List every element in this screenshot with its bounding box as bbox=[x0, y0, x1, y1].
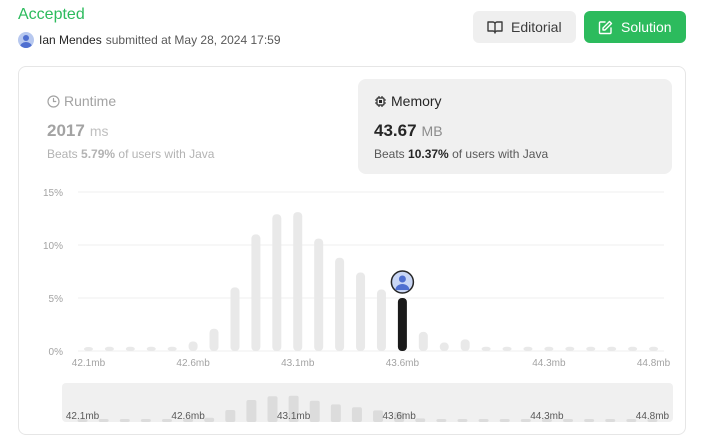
bar bbox=[418, 331, 428, 351]
bar bbox=[272, 214, 282, 351]
overview-bar bbox=[436, 419, 447, 422]
overview-strip bbox=[62, 383, 673, 422]
overview-bar bbox=[330, 404, 341, 422]
bar bbox=[251, 234, 261, 351]
overview-tick-label: 44.8mb bbox=[636, 411, 670, 422]
status-text: Accepted bbox=[18, 6, 85, 23]
bar bbox=[523, 346, 533, 351]
bar bbox=[649, 346, 659, 351]
bar bbox=[439, 342, 449, 351]
x-tick-label: 42.1mb bbox=[72, 358, 106, 369]
bar bbox=[188, 341, 198, 351]
overview-bar bbox=[584, 419, 595, 422]
bar bbox=[167, 346, 177, 351]
x-tick-label: 44.3mb bbox=[532, 358, 566, 369]
result-card: Runtime 2017 ms Beats 5.79% of users wit… bbox=[18, 66, 686, 435]
y-tick-label: 5% bbox=[49, 294, 64, 305]
bar bbox=[83, 347, 93, 351]
overview-tick-label: 42.6mb bbox=[171, 411, 205, 422]
overview-bar bbox=[225, 410, 236, 422]
overview-bar bbox=[563, 419, 574, 422]
bar bbox=[460, 339, 470, 351]
bar bbox=[146, 346, 156, 351]
x-tick-label: 43.1mb bbox=[281, 358, 315, 369]
marker-avatar-head bbox=[398, 275, 406, 283]
x-tick-label: 44.8mb bbox=[637, 358, 671, 369]
overview-tick-label: 44.3mb bbox=[530, 411, 564, 422]
book-icon bbox=[487, 21, 503, 34]
bar bbox=[104, 346, 114, 351]
solution-label: Solution bbox=[621, 19, 672, 35]
bar bbox=[544, 346, 554, 351]
bar bbox=[607, 346, 617, 351]
bar bbox=[125, 346, 135, 351]
x-tick-label: 42.6mb bbox=[176, 358, 210, 369]
overview-bar bbox=[499, 419, 510, 422]
y-tick-label: 15% bbox=[43, 188, 63, 199]
x-tick-label: 43.6mb bbox=[386, 358, 420, 369]
overview-bar bbox=[457, 419, 468, 422]
overview-tick-label: 43.6mb bbox=[382, 411, 416, 422]
bar bbox=[209, 328, 219, 351]
overview-bar bbox=[246, 400, 257, 422]
overview-bar bbox=[98, 419, 109, 422]
bar bbox=[376, 289, 386, 351]
editorial-button[interactable]: Editorial bbox=[473, 11, 576, 43]
bar bbox=[314, 238, 324, 351]
editorial-label: Editorial bbox=[511, 19, 562, 35]
overview-bar bbox=[119, 419, 130, 422]
solution-button[interactable]: Solution bbox=[584, 11, 686, 43]
bar bbox=[356, 272, 366, 351]
overview-bar bbox=[478, 419, 489, 422]
bar bbox=[481, 346, 491, 351]
submitted-time: submitted at May 28, 2024 17:59 bbox=[105, 33, 281, 47]
overview-tick-label: 43.1mb bbox=[277, 411, 311, 422]
submitter-line: Ian Mendes submitted at May 28, 2024 17:… bbox=[18, 32, 281, 48]
bar bbox=[293, 212, 303, 351]
overview-bar bbox=[415, 418, 426, 422]
bar bbox=[502, 346, 512, 351]
avatar[interactable] bbox=[18, 32, 34, 48]
bar bbox=[586, 346, 596, 351]
bar bbox=[335, 257, 345, 351]
y-tick-label: 0% bbox=[49, 347, 64, 358]
overview-bar bbox=[351, 407, 362, 422]
overview-bar bbox=[605, 419, 616, 422]
bar bbox=[565, 346, 575, 351]
overview-bar bbox=[309, 400, 320, 422]
y-tick-label: 10% bbox=[43, 241, 63, 252]
memory-distribution-chart[interactable]: 0% 5% 10% 15% 42.1mb 42.6mb 43.1mb 43.6mb 44.3mb… bbox=[19, 67, 685, 434]
bar bbox=[628, 346, 638, 351]
overview-tick-label: 42.1mb bbox=[66, 411, 100, 422]
overview-bar bbox=[204, 417, 215, 422]
overview-bar bbox=[140, 419, 151, 422]
bar bbox=[230, 287, 240, 351]
selected-bar bbox=[397, 298, 407, 351]
edit-icon bbox=[598, 20, 613, 34]
user-name[interactable]: Ian Mendes bbox=[39, 33, 102, 47]
